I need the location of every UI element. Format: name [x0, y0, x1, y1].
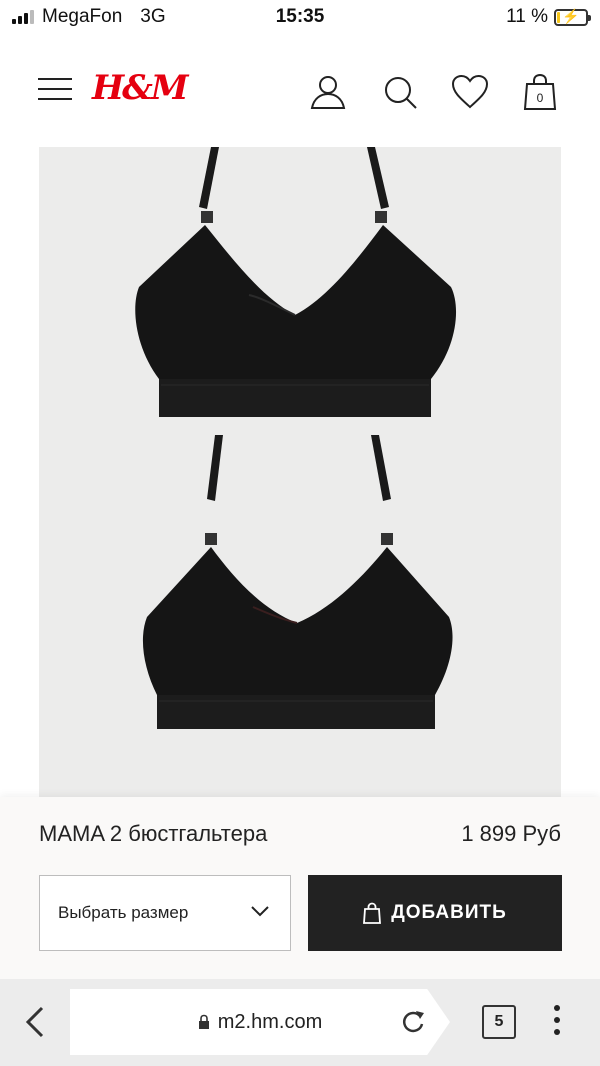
heart-icon[interactable] [450, 72, 490, 112]
battery-percent: 11 % [506, 6, 548, 27]
size-select[interactable]: Выбрать размер [39, 875, 291, 951]
tabs-button[interactable]: 5 [482, 1005, 516, 1039]
logo[interactable]: H&M [92, 68, 188, 108]
tab-count: 5 [494, 1013, 504, 1030]
site-header: H&M 0 [0, 36, 600, 146]
add-to-bag-label: ДОБАВИТЬ [391, 902, 507, 923]
product-price: 1 899 Руб [461, 821, 561, 846]
reload-icon[interactable] [398, 1007, 428, 1037]
url-text: m2.hm.com [217, 1010, 323, 1033]
charging-bolt-icon: ⚡ [562, 7, 580, 24]
status-right: 11 % ⚡ [506, 6, 591, 28]
more-options-icon[interactable] [550, 1005, 564, 1041]
browser-toolbar: m2.hm.com 5 [0, 979, 600, 1066]
status-bar: MegaFon 3G 15:35 11 % ⚡ [0, 0, 600, 36]
bag-icon [363, 902, 382, 924]
back-arrow-icon[interactable] [22, 1004, 48, 1040]
search-icon[interactable] [380, 72, 420, 112]
product-image[interactable] [39, 147, 561, 797]
bag-count: 0 [537, 91, 544, 105]
battery-icon: ⚡ [554, 7, 591, 26]
account-icon[interactable] [308, 72, 348, 112]
bra-bottom-illustration [142, 435, 453, 729]
chevron-down-icon [251, 906, 269, 917]
add-to-bag-button[interactable]: ДОБАВИТЬ [308, 875, 562, 951]
menu-icon[interactable] [38, 78, 72, 102]
bag-icon[interactable]: 0 [520, 72, 560, 112]
product-title: MAMA 2 бюстгальтера [39, 821, 268, 846]
product-panel: MAMA 2 бюстгальтера 1 899 Руб Выбрать ра… [0, 797, 600, 979]
product-photo [135, 147, 457, 729]
size-select-label: Выбрать размер [58, 903, 189, 922]
bra-top-illustration [135, 147, 457, 417]
address-bar[interactable]: m2.hm.com [70, 989, 450, 1055]
lock-icon [198, 1014, 209, 1029]
